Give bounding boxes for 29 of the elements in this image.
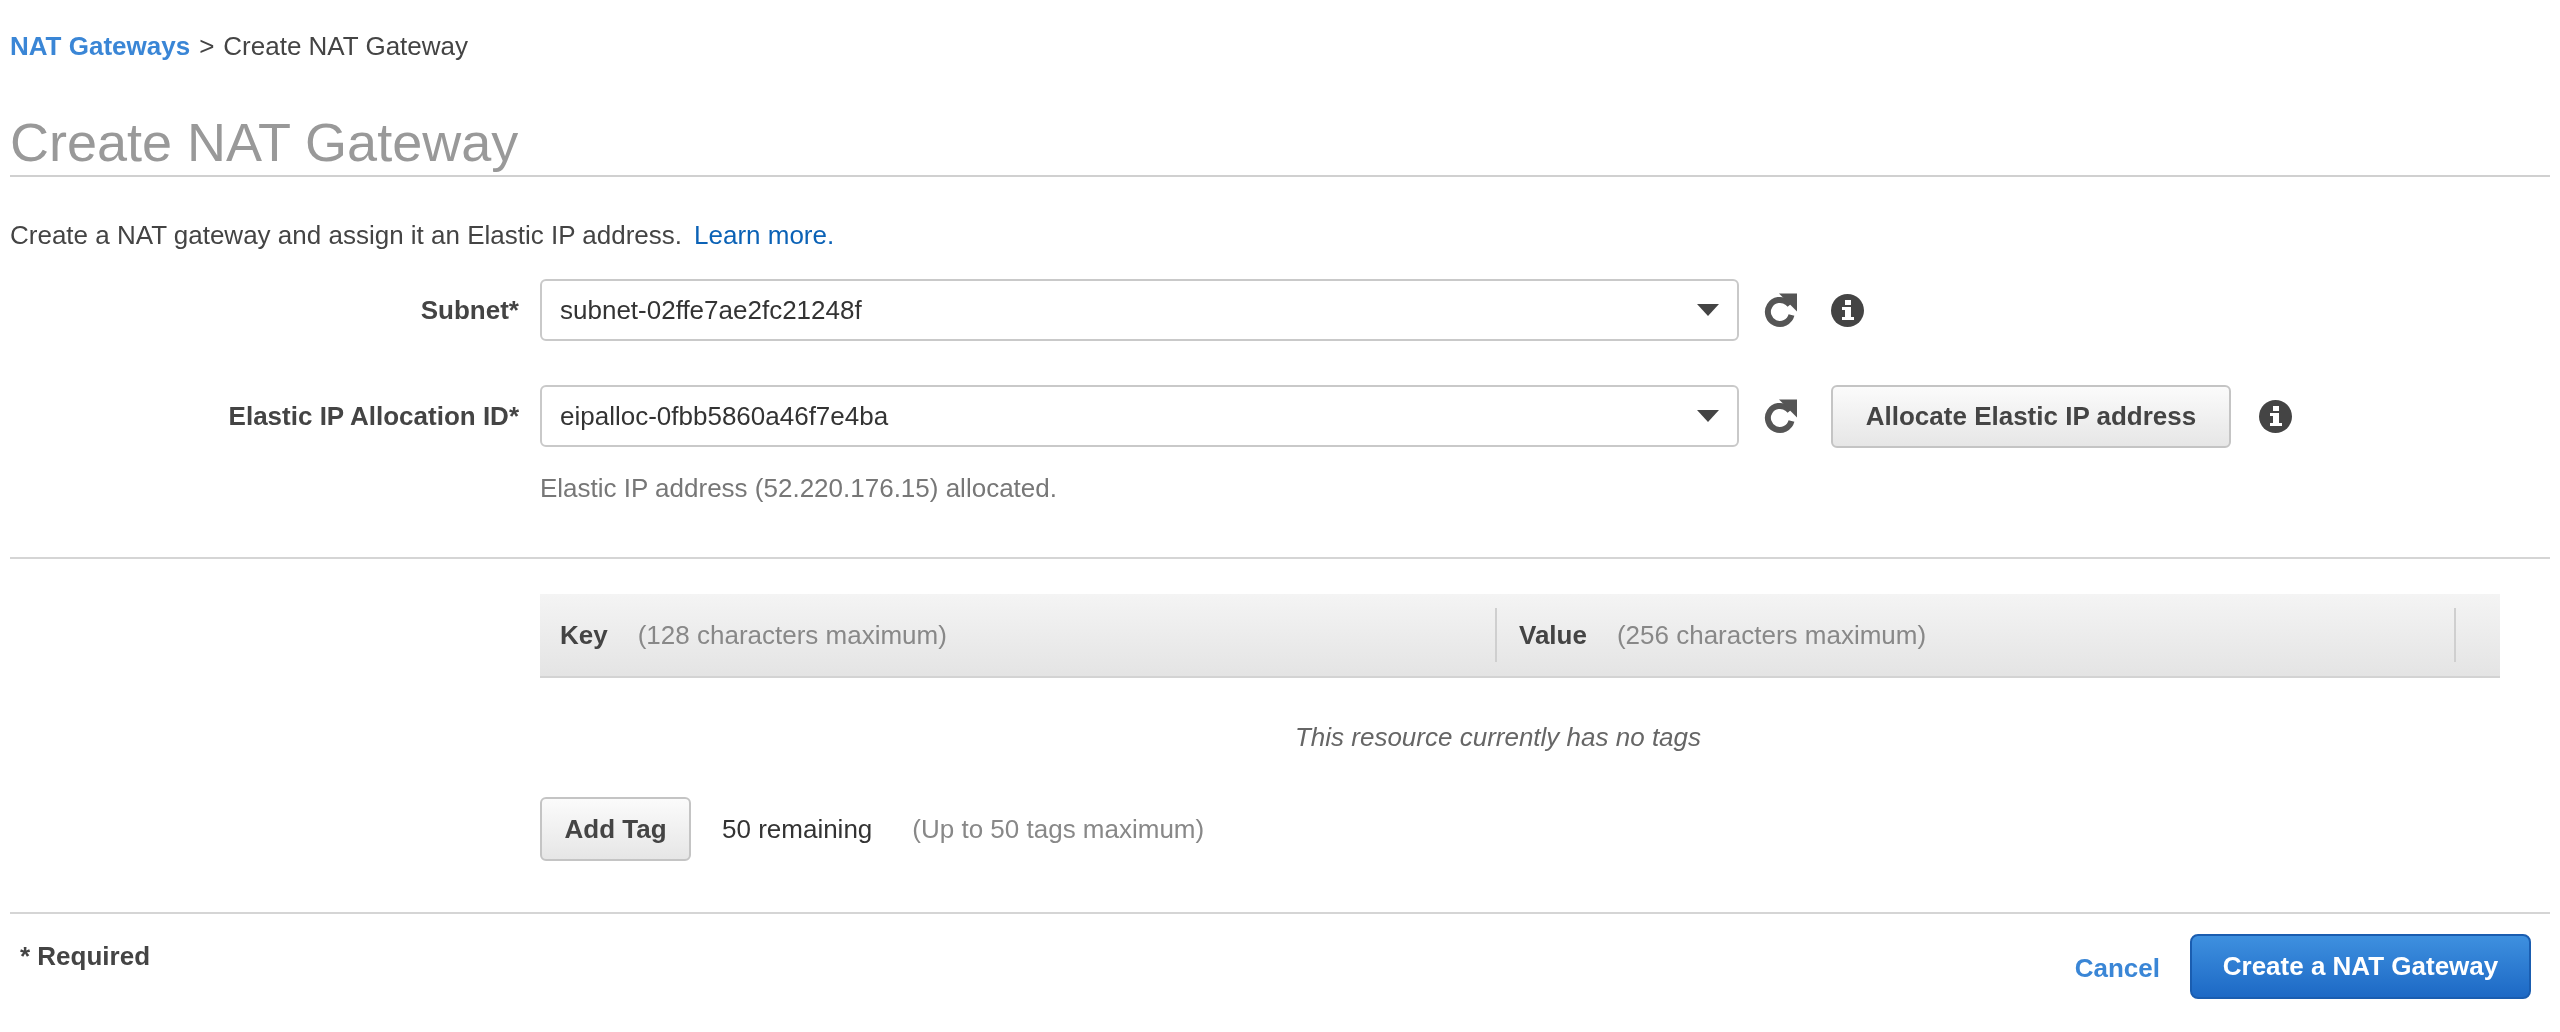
breadcrumb-separator: > [199,31,215,61]
column-hint: (128 characters maximum) [637,619,947,651]
dropdown-field[interactable]: subnet-02ffe7ae2fc21248f [540,279,1739,341]
allocate-button[interactable]: Allocate Elastic IP address [1831,384,2231,448]
info-icon[interactable] [2259,399,2292,433]
remaining-count: 50 remaining [722,813,873,845]
breadcrumb-current: Create NAT Gateway [223,31,469,61]
empty-message: This resource currently has no tags [1294,722,1702,752]
breadcrumb-link[interactable]: NAT Gateways [10,31,191,61]
dropdown-field[interactable]: eipalloc-0fbb5860a46f7e4ba [540,385,1739,447]
field-label: Elastic IP Allocation ID* [228,401,519,431]
description-text: Create a NAT gateway and assign it an Elastic IP address. [10,220,683,250]
refresh-icon[interactable] [1762,399,1798,433]
add-tag-button[interactable]: Add Tag [540,797,691,861]
required-note: * Required [20,941,151,971]
create-button[interactable]: Create a NAT Gateway [2190,934,2531,999]
caret-icon [1697,410,1719,422]
tag-limit-note: (Up to 50 tags maximum) [912,813,1205,845]
column-hint: (256 characters maximum) [1616,619,1927,651]
column-heading: Key [560,619,608,651]
cancel-link[interactable]: Cancel [2074,953,2160,984]
learn-more-link[interactable]: Learn more. [694,220,835,250]
page-title: Create NAT Gateway [10,111,519,173]
field-label: Subnet* [420,295,519,325]
field-hint: Elastic IP address (52.220.176.15) allocated. [540,473,1057,503]
caret-icon [1697,304,1719,316]
column-heading: Value [1519,619,1587,651]
refresh-icon[interactable] [1762,293,1798,327]
info-icon[interactable] [1831,293,1864,327]
